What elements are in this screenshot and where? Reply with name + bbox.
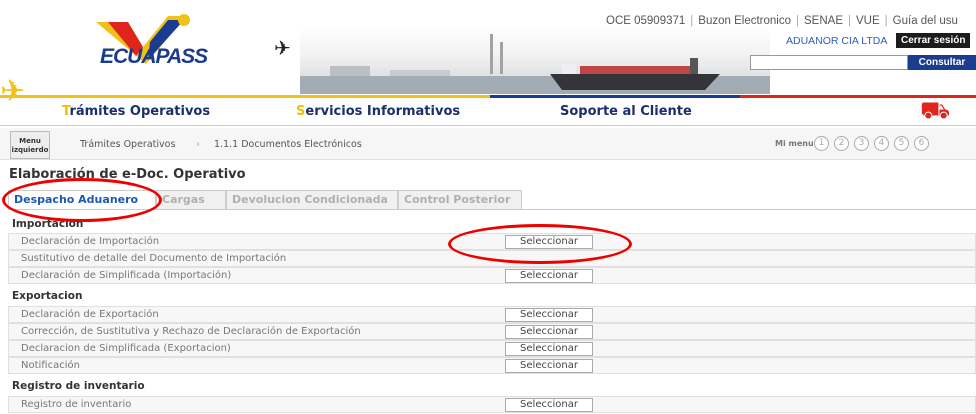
nav-item-label: ervicios Informativos <box>305 104 461 119</box>
top-link-guia[interactable]: Guía del usu <box>893 15 958 27</box>
list-item: Declaración de Simplificada (Importación… <box>8 267 976 284</box>
row-label: Notificación <box>21 360 80 371</box>
quick-menu-3[interactable]: 3 <box>854 136 869 151</box>
list-item: Declaración de Exportación Seleccionar <box>8 306 976 323</box>
top-links: OCE 05909371 | Buzon Electronico | SENAE | VUE… <box>606 15 958 27</box>
nav-servicios-informativos[interactable]: Servicios Informativos <box>296 98 460 126</box>
section-header: Exportacion <box>12 290 83 302</box>
list-item: Notificación Seleccionar <box>8 357 976 374</box>
select-button[interactable]: Seleccionar <box>505 398 593 412</box>
top-link-buzon[interactable]: Buzon Electronico <box>698 15 791 27</box>
left-menu-button[interactable]: Menu izquierdo <box>10 131 50 159</box>
breadcrumb-item[interactable]: Trámites Operativos <box>80 139 175 150</box>
quick-menu-2[interactable]: 2 <box>834 136 849 151</box>
nav-item-cap: S <box>296 104 306 119</box>
logo-text: ECUAPASS <box>100 45 208 68</box>
company-name: ADUANOR CIA LTDA <box>786 35 888 47</box>
quick-menu-5[interactable]: 5 <box>894 136 909 151</box>
top-link-senae[interactable]: SENAE <box>804 15 843 27</box>
select-button[interactable]: Seleccionar <box>505 269 593 283</box>
row-label: Declaración de Importación <box>21 236 160 247</box>
nav-item-label: Soporte al Cliente <box>560 104 692 119</box>
plane-icon: ✈ <box>274 36 291 60</box>
row-label: Declaración de Simplificada (Importación… <box>21 270 232 281</box>
highlight-ellipse-tab <box>2 178 162 222</box>
select-button[interactable]: Seleccionar <box>505 342 593 356</box>
yellow-plane-icon: ✈ <box>0 74 26 109</box>
row-label: Sustitutivo de detalle del Documento de … <box>21 253 287 264</box>
select-button[interactable]: Seleccionar <box>505 359 593 373</box>
logout-button[interactable]: Cerrar sesión <box>896 33 971 48</box>
top-link-vue[interactable]: VUE <box>856 15 880 27</box>
row-label: Declaración de Exportación <box>21 309 159 320</box>
tab-devolucion-condicionada[interactable]: Devolucion Condicionada <box>226 190 398 210</box>
breadcrumb-item: 1.1.1 Documentos Electrónicos <box>214 139 362 150</box>
section-header: Registro de inventario <box>12 380 145 392</box>
select-button[interactable]: Seleccionar <box>505 308 593 322</box>
highlight-ellipse-button <box>448 224 632 264</box>
mi-menu-label: Mi menu <box>775 139 814 148</box>
quick-menu-6[interactable]: 6 <box>914 136 929 151</box>
list-item: Corrección, de Sustitutiva y Rechazo de … <box>8 323 976 340</box>
quick-menu-4[interactable]: 4 <box>874 136 889 151</box>
select-button[interactable]: Seleccionar <box>505 325 593 339</box>
top-link-oce[interactable]: OCE 05909371 <box>606 15 685 27</box>
port-banner-image <box>300 28 770 94</box>
tab-cargas[interactable]: Cargas <box>156 190 226 210</box>
header: ECUAPASS ✈ OCE 05909371 | Buzon Electronic… <box>0 0 976 95</box>
row-label: Corrección, de Sustitutiva y Rechazo de … <box>21 326 361 337</box>
quick-menu-1[interactable]: 1 <box>814 136 829 151</box>
nav-item-label: rámites Operativos <box>69 104 211 119</box>
chevron-right-icon: › <box>196 139 200 150</box>
main-nav: Trámites Operativos Servicios Informativ… <box>0 95 976 126</box>
nav-tramites-operativos[interactable]: Trámites Operativos <box>62 98 210 126</box>
search-input[interactable] <box>750 55 908 70</box>
row-label: Declaracion de Simplificada (Exportacion… <box>21 343 231 354</box>
row-label: Registro de inventario <box>21 399 132 410</box>
tab-control-posterior[interactable]: Control Posterior <box>398 190 522 210</box>
search-button[interactable]: Consultar <box>908 55 976 70</box>
list-item: Declaracion de Simplificada (Exportacion… <box>8 340 976 357</box>
breadcrumb-bar: Menu izquierdo Trámites Operativos › 1.1… <box>0 128 976 160</box>
list-item: Registro de inventario Seleccionar <box>8 396 976 413</box>
truck-plane-icon: ⛟ <box>920 96 951 124</box>
nav-soporte-cliente[interactable]: Soporte al Cliente <box>560 98 692 126</box>
